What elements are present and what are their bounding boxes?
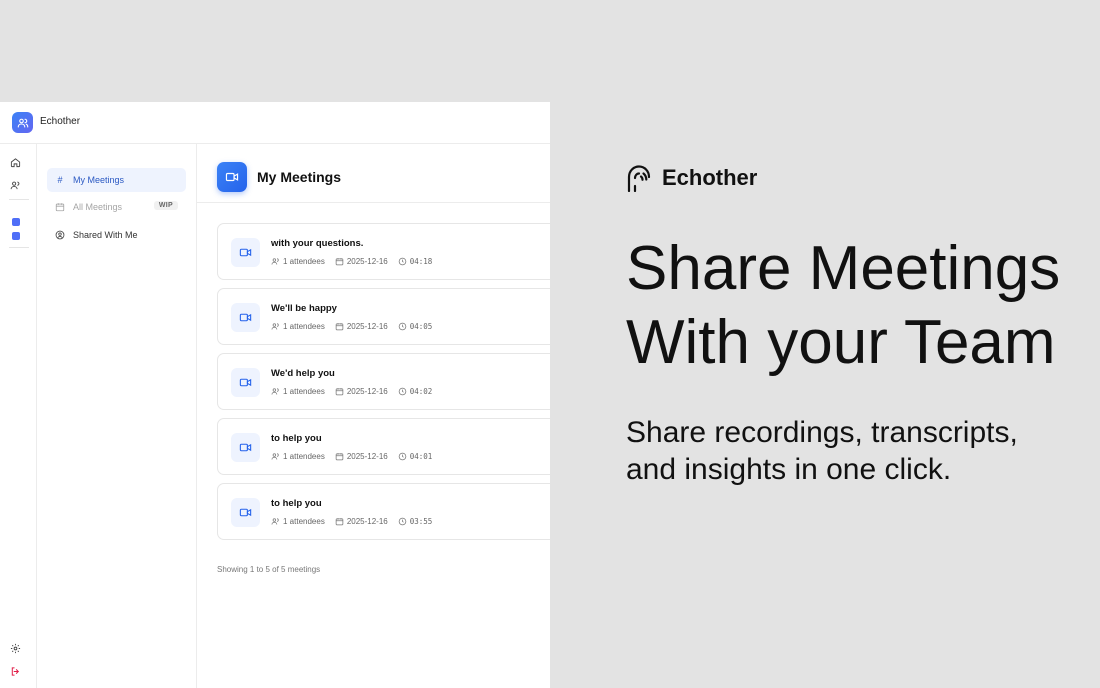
users-icon[interactable] <box>9 179 21 191</box>
icon-rail <box>0 144 37 688</box>
sidebar-item-label: My Meetings <box>73 175 125 185</box>
clock-icon <box>398 322 406 331</box>
promo-headline: Share Meetings With your Team <box>626 232 1060 380</box>
hash-icon: # <box>57 175 63 185</box>
meeting-title: to help you <box>271 433 322 444</box>
meeting-duration: 04:01 <box>409 452 433 461</box>
meeting-date: 2025-12-16 <box>346 322 388 331</box>
page-header: My Meetings <box>197 144 550 203</box>
promo-headline-line: Share Meetings <box>626 234 1061 303</box>
meeting-duration: 03:55 <box>409 517 433 526</box>
meeting-card[interactable]: with your questions. 1 attendees 2025-12… <box>217 223 550 280</box>
meeting-title: We'll be happy <box>271 303 337 314</box>
meeting-date: 2025-12-16 <box>346 257 388 266</box>
meeting-duration: 04:02 <box>409 387 433 396</box>
meeting-card[interactable]: to help you 1 attendees 2025-12-16 03:55 <box>217 483 550 540</box>
users-icon <box>271 453 279 460</box>
app-logo-icon[interactable] <box>12 112 33 133</box>
users-icon <box>271 258 279 265</box>
users-icon <box>271 388 279 395</box>
calendar-icon <box>335 323 344 331</box>
app-window: Echother # My Meetings All Meetings WIP … <box>0 102 550 688</box>
promo-subline: Share recordings, transcripts, and insig… <box>626 416 1018 486</box>
sidebar-item-shared-with-me[interactable]: Shared With Me <box>47 223 186 247</box>
calendar-icon <box>335 518 344 526</box>
calendar-icon <box>335 453 344 461</box>
attendee-count: 1 attendees <box>283 257 325 266</box>
pagination-summary: Showing 1 to 5 of 5 meetings <box>217 565 321 574</box>
promo-headline-line: With your Team <box>626 308 1056 377</box>
meeting-duration: 04:18 <box>409 257 433 266</box>
attendee-count: 1 attendees <box>283 517 325 526</box>
meeting-date: 2025-12-16 <box>346 517 388 526</box>
clock-icon <box>398 387 406 396</box>
clock-icon <box>398 452 406 461</box>
meeting-title: to help you <box>271 498 322 509</box>
promo-brand-name: Echother <box>662 165 758 190</box>
sidebar-item-label: All Meetings <box>73 202 123 212</box>
video-icon <box>217 162 247 192</box>
meeting-meta: 1 attendees 2025-12-16 04:01 <box>271 452 442 461</box>
sidebar-item-label: Shared With Me <box>73 230 138 240</box>
attendee-count: 1 attendees <box>283 452 325 461</box>
app-name: Echother <box>40 116 81 127</box>
meeting-card[interactable]: to help you 1 attendees 2025-12-16 04:01 <box>217 418 550 475</box>
rail-divider <box>9 199 29 200</box>
home-icon[interactable] <box>9 156 21 168</box>
video-icon <box>231 303 260 332</box>
video-icon <box>231 368 260 397</box>
main-content: My Meetings with your questions. 1 atten… <box>197 144 550 688</box>
meeting-card[interactable]: We'll be happy 1 attendees 2025-12-16 04… <box>217 288 550 345</box>
calendar-icon <box>55 202 65 212</box>
attendee-count: 1 attendees <box>283 322 325 331</box>
page-title: My Meetings <box>257 169 342 185</box>
sidebar-item-all-meetings[interactable]: All Meetings WIP <box>47 195 186 219</box>
video-icon <box>231 238 260 267</box>
meeting-meta: 1 attendees 2025-12-16 04:02 <box>271 387 442 396</box>
calendar-icon <box>335 388 344 396</box>
meeting-meta: 1 attendees 2025-12-16 04:18 <box>271 257 442 266</box>
meeting-card[interactable]: We'd help you 1 attendees 2025-12-16 04:… <box>217 353 550 410</box>
meeting-date: 2025-12-16 <box>346 387 388 396</box>
calendar-icon <box>335 258 344 266</box>
meeting-meta: 1 attendees 2025-12-16 04:05 <box>271 322 442 331</box>
attendee-count: 1 attendees <box>283 387 325 396</box>
sidebar: # My Meetings All Meetings WIP Shared Wi… <box>37 144 197 688</box>
clock-icon <box>398 517 406 526</box>
user-circle-icon <box>55 230 65 240</box>
wip-badge: WIP <box>153 201 178 210</box>
rail-divider <box>9 247 29 248</box>
meeting-duration: 04:05 <box>409 322 433 331</box>
promo-brand: Echother <box>626 164 757 192</box>
meeting-meta: 1 attendees 2025-12-16 03:55 <box>271 517 442 526</box>
video-icon <box>231 498 260 527</box>
settings-icon[interactable] <box>9 642 21 654</box>
users-icon <box>271 323 279 330</box>
clock-icon <box>398 257 406 266</box>
logout-icon[interactable] <box>9 665 21 677</box>
meeting-title: We'd help you <box>271 368 335 379</box>
meeting-date: 2025-12-16 <box>346 452 388 461</box>
echother-logo-icon <box>627 165 651 192</box>
workspace-icon[interactable] <box>12 218 20 226</box>
meeting-title: with your questions. <box>271 238 364 249</box>
video-icon <box>231 433 260 462</box>
workspace-icon[interactable] <box>12 232 20 240</box>
sidebar-item-my-meetings[interactable]: # My Meetings <box>47 168 186 192</box>
users-icon <box>271 518 279 525</box>
top-bar: Echother <box>0 102 550 144</box>
